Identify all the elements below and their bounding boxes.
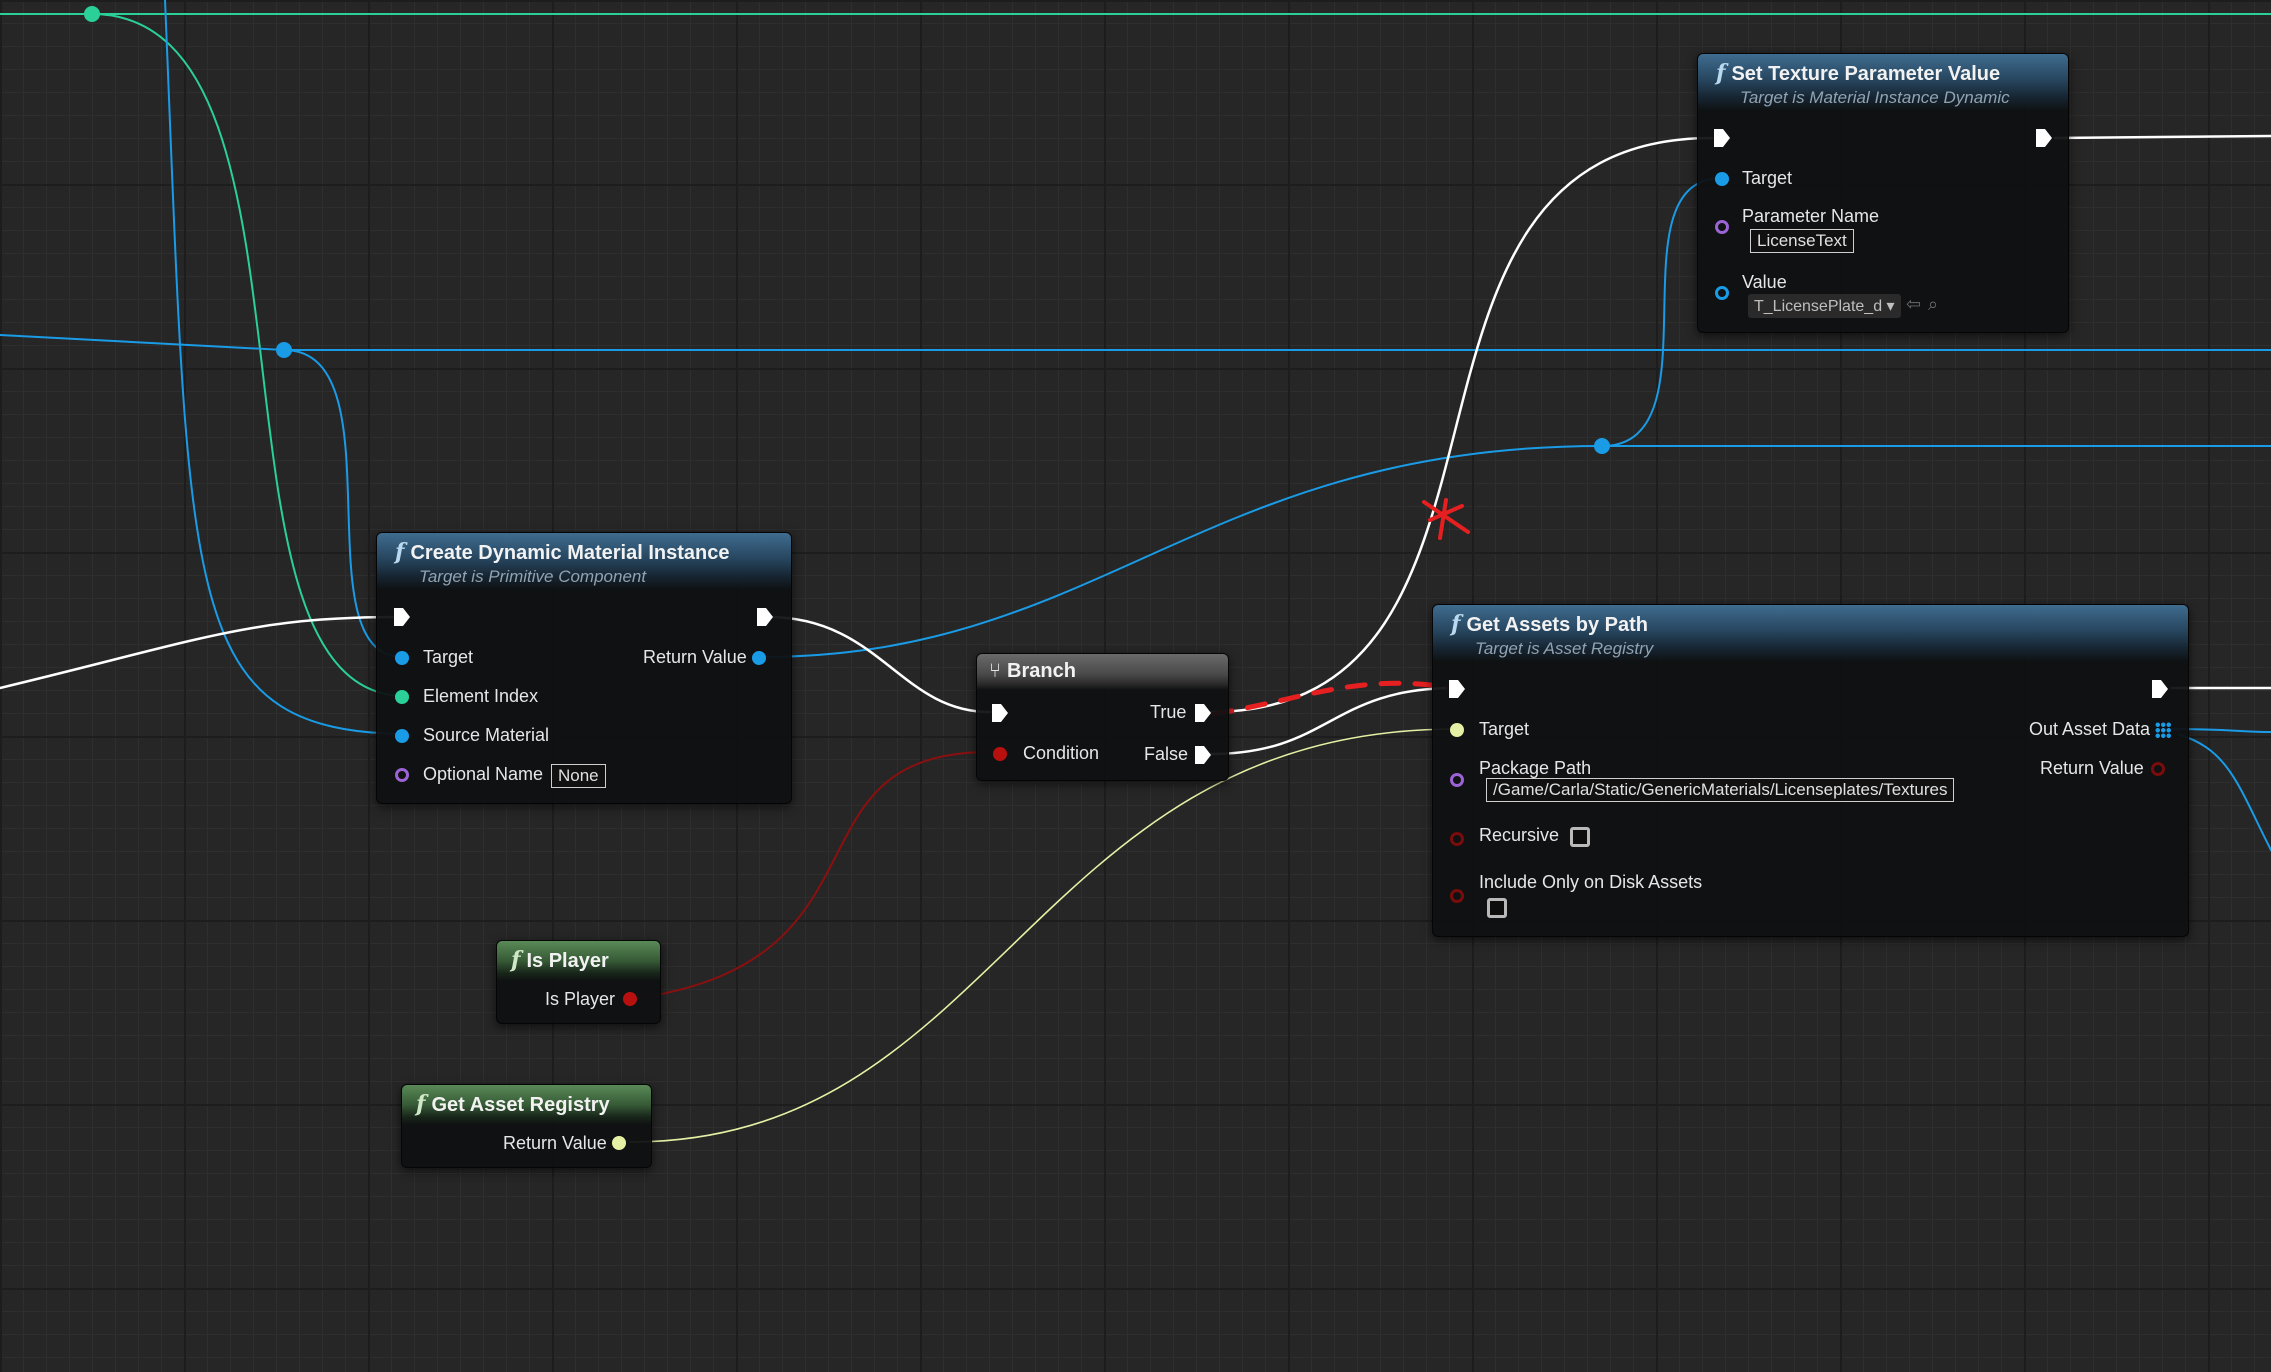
pin-label-true: True [1150, 702, 1187, 722]
wire-false-get-assets [1208, 686, 1457, 756]
node-title: Branch [1007, 660, 1076, 682]
node-get-assets-by-path[interactable]: f Get Assets by Path Target is Asset Regi… [1432, 604, 2189, 937]
node-subtitle: Target is Material Instance Dynamic [1740, 88, 2010, 107]
pin-label-include-disk: Include Only on Disk Assets [1479, 872, 1703, 892]
include-disk-checkbox[interactable] [1487, 898, 1507, 918]
reroute-knot-component[interactable] [276, 342, 292, 358]
exec-out-pin[interactable] [756, 607, 774, 627]
annotation-x-mark [1422, 498, 1470, 540]
node-title: Create Dynamic Material Instance [410, 542, 730, 564]
is-player-pin[interactable] [623, 992, 637, 1006]
node-title: Get Assets by Path [1466, 614, 1649, 636]
node-header: f Get Asset Registry [402, 1085, 651, 1125]
optional-name-pin[interactable] [395, 768, 409, 782]
exec-true-pin[interactable] [1194, 703, 1212, 723]
recursive-pin[interactable] [1450, 832, 1464, 846]
exec-out-pin[interactable] [2151, 679, 2169, 699]
node-subtitle: Target is Asset Registry [1475, 639, 1654, 658]
recursive-checkbox[interactable] [1570, 827, 1590, 847]
node-get-asset-registry[interactable]: f Get Asset Registry Return Value [401, 1084, 652, 1168]
pin-label-return-value: Return Value [643, 647, 747, 667]
node-is-player[interactable]: f Is Player Is Player [496, 940, 661, 1024]
pin-label-element-index: Element Index [423, 686, 539, 706]
node-set-texture-parameter-value[interactable]: f Set Texture Parameter Value Target is M… [1697, 53, 2069, 333]
pin-label-false: False [1144, 744, 1189, 764]
optional-name-input[interactable]: None [551, 764, 606, 788]
node-header: ⑂ Branch [977, 654, 1228, 690]
pin-label-package-path: Package Path [1479, 758, 1592, 778]
node-subtitle: Target is Primitive Component [419, 567, 647, 586]
return-value-pin[interactable] [612, 1136, 626, 1150]
pin-label-target: Target [1742, 168, 1793, 188]
node-header: f Get Assets by Path Target is Asset Regi… [1433, 605, 2188, 662]
value-pin[interactable] [1715, 286, 1729, 300]
wire-object-mid [0, 334, 2271, 351]
wire-element-index [91, 13, 403, 697]
node-title: Is Player [526, 950, 609, 972]
exec-in-pin[interactable] [991, 703, 1009, 723]
return-value-pin[interactable] [752, 651, 766, 665]
node-header: f Create Dynamic Material Instance Target… [377, 533, 791, 590]
target-pin[interactable] [1715, 172, 1729, 186]
magnifier-icon[interactable]: ⌕ [1928, 294, 1938, 315]
parameter-name-pin[interactable] [1715, 220, 1729, 234]
pin-label-optional-name: Optional Name [423, 764, 544, 784]
pin-label-return-value: Return Value [503, 1133, 607, 1153]
pin-label-parameter-name: Parameter Name [1742, 206, 1880, 226]
condition-pin[interactable] [993, 747, 1007, 761]
exec-in-pin[interactable] [393, 607, 411, 627]
function-icon: f [1451, 611, 1461, 637]
pin-label-is-player: Is Player [545, 989, 616, 1009]
node-header: f Is Player [497, 941, 660, 981]
parameter-name-input[interactable]: LicenseText [1750, 229, 1854, 253]
pin-label-value: Value [1742, 272, 1787, 292]
function-icon: f [416, 1091, 426, 1117]
reroute-knot-dmi[interactable] [1594, 438, 1610, 454]
node-header: f Set Texture Parameter Value Target is M… [1698, 54, 2068, 111]
branch-icon: ⑂ [989, 660, 1001, 682]
pin-label-source-material: Source Material [423, 725, 550, 745]
wire-out-asset-data-2 [2179, 734, 2271, 851]
include-disk-pin[interactable] [1450, 889, 1464, 903]
exec-false-pin[interactable] [1194, 745, 1212, 765]
source-material-pin[interactable] [395, 729, 409, 743]
node-create-dynamic-material-instance[interactable]: f Create Dynamic Material Instance Target… [376, 532, 792, 804]
target-pin[interactable] [1450, 723, 1464, 737]
value-asset-name: T_LicensePlate_d [1754, 298, 1883, 315]
package-path-input[interactable]: /Game/Carla/Static/GenericMaterials/Lice… [1486, 778, 1955, 802]
element-index-pin[interactable] [395, 690, 409, 704]
package-path-pin[interactable] [1450, 773, 1464, 787]
node-title: Get Asset Registry [431, 1094, 610, 1116]
exec-in-pin[interactable] [1448, 679, 1466, 699]
target-pin[interactable] [395, 651, 409, 665]
exec-in-pin[interactable] [1713, 128, 1731, 148]
chevron-down-icon: ▾ [1886, 298, 1895, 315]
grid-icon[interactable] [2155, 722, 2171, 738]
exec-out-pin[interactable] [2035, 128, 2053, 148]
arrow-left-icon[interactable]: ⇦ [1906, 294, 1921, 315]
pin-label-target: Target [423, 647, 474, 667]
pin-label-condition: Condition [1023, 743, 1100, 763]
wire-exec-in [0, 615, 399, 690]
pin-label-recursive: Recursive [1479, 825, 1560, 845]
function-icon: f [511, 947, 521, 973]
node-branch[interactable]: ⑂ Branch True Condition False [976, 653, 1229, 781]
pin-label-return-value: Return Value [2040, 758, 2144, 778]
function-icon: f [395, 539, 405, 565]
pin-label-target: Target [1479, 719, 1530, 739]
return-value-pin[interactable] [2151, 762, 2165, 776]
reroute-knot-int[interactable] [84, 6, 100, 22]
wire-set-texture-out [2053, 134, 2271, 140]
annotation-dashed-reroute [1211, 680, 1455, 717]
node-title: Set Texture Parameter Value [1731, 63, 2001, 85]
function-icon: f [1716, 60, 1726, 86]
value-asset-dropdown[interactable]: T_LicensePlate_d ▾ [1748, 294, 1901, 318]
pin-label-out-asset-data: Out Asset Data [2029, 719, 2151, 739]
